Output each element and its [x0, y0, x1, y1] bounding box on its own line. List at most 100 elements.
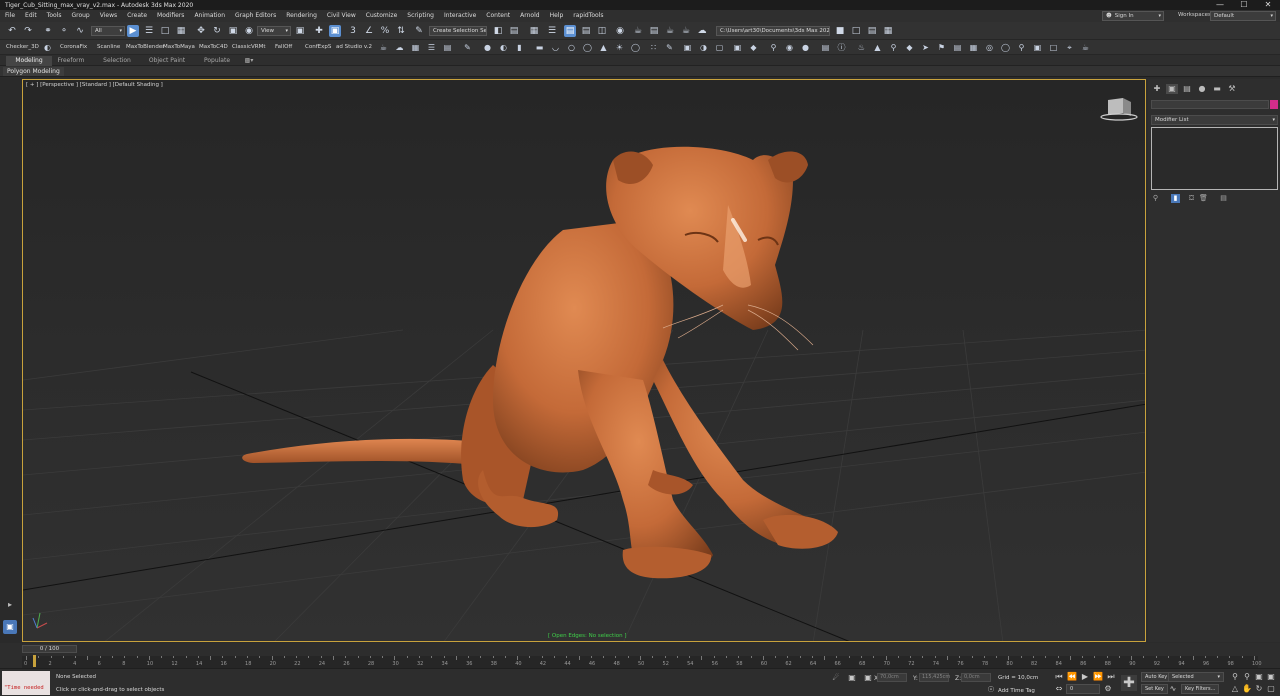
- copy-icon[interactable]: ▦: [968, 42, 979, 53]
- previous-frame-icon[interactable]: ⏪: [1067, 672, 1077, 682]
- coronafix-button[interactable]: CoronaFix: [60, 44, 87, 50]
- tab-selection[interactable]: Selection: [98, 56, 136, 66]
- ribbon-toggle-icon[interactable]: ▤: [564, 25, 576, 37]
- snaps-toggle-icon[interactable]: 3: [347, 25, 359, 37]
- dots-icon[interactable]: ∷: [648, 42, 659, 53]
- info-icon[interactable]: ⓘ: [836, 42, 847, 53]
- menu-create[interactable]: Create: [122, 10, 152, 22]
- window-icon[interactable]: ▣: [1032, 42, 1043, 53]
- maxtomaya-button[interactable]: MaxToMaya: [163, 44, 195, 50]
- menu-scripting[interactable]: Scripting: [402, 10, 439, 22]
- minimize-button[interactable]: —: [1208, 0, 1232, 10]
- key-mode-icon[interactable]: ⇔: [1054, 684, 1064, 694]
- shape-icon[interactable]: ◆: [904, 42, 915, 53]
- half-circle-icon[interactable]: ◐: [498, 42, 509, 53]
- isolate-selection-icon[interactable]: ☄: [831, 673, 841, 683]
- menu-tools[interactable]: Tools: [42, 10, 67, 22]
- cylinder-icon[interactable]: ◯: [630, 42, 641, 53]
- modify-tab-icon[interactable]: ▣: [1166, 84, 1178, 94]
- rectangular-selection-icon[interactable]: □: [159, 25, 171, 37]
- selection-filter-dropdown[interactable]: All ▾: [91, 26, 125, 36]
- undo-icon[interactable]: ↶: [6, 25, 18, 37]
- tab-modeling[interactable]: Modeling: [6, 56, 52, 66]
- keyboard-shortcut-override-icon[interactable]: ▣: [329, 25, 341, 37]
- maximize-viewport-icon[interactable]: ▢: [1266, 684, 1276, 694]
- z-coord-input[interactable]: 0,0cm: [961, 673, 991, 682]
- grid-icon[interactable]: ▦: [410, 42, 421, 53]
- viewport-label[interactable]: [ + ] [Perspective ] [Standard ] [Defaul…: [26, 82, 163, 88]
- play-icon[interactable]: ▶: [1080, 672, 1090, 682]
- ring-icon[interactable]: ◯: [1000, 42, 1011, 53]
- camera-icon[interactable]: ▣: [682, 42, 693, 53]
- time-tag-icon[interactable]: ☉: [986, 685, 996, 695]
- menu-graph-editors[interactable]: Graph Editors: [230, 10, 281, 22]
- menu-edit[interactable]: Edit: [20, 10, 42, 22]
- make-unique-icon[interactable]: ⛋: [1187, 194, 1196, 203]
- classicvrmt-button[interactable]: ClassicVRMt: [232, 44, 266, 50]
- zoom-extents-icon[interactable]: ▣: [1254, 672, 1264, 682]
- pivot-center-icon[interactable]: ▣: [294, 25, 306, 37]
- project-folder-dropdown[interactable]: C:\Users\art30\Documents\3ds Max 2020 ▾: [716, 26, 830, 36]
- teapot-icon[interactable]: ☕: [378, 42, 389, 53]
- maxtoblender-button[interactable]: MaxToBlender: [126, 44, 164, 50]
- time-cursor[interactable]: [33, 655, 36, 667]
- tree-icon[interactable]: ▲: [872, 42, 883, 53]
- current-frame-input[interactable]: 0: [1066, 684, 1100, 694]
- bar-icon[interactable]: ▮: [514, 42, 525, 53]
- pen-icon[interactable]: ✎: [664, 42, 675, 53]
- key-set-dropdown[interactable]: Selected ▾: [1168, 672, 1224, 682]
- bind-space-warp-icon[interactable]: ∿: [74, 25, 86, 37]
- dome-icon[interactable]: ◡: [550, 42, 561, 53]
- render-iterative-icon[interactable]: ☕: [680, 25, 692, 37]
- book-icon[interactable]: ▤: [952, 42, 963, 53]
- rendered-frame-window-icon[interactable]: ▤: [648, 25, 660, 37]
- pin-stack-icon[interactable]: ⚲: [1151, 194, 1160, 203]
- sphere-icon[interactable]: ●: [482, 42, 493, 53]
- mirror-icon[interactable]: ◧: [492, 25, 504, 37]
- menu-interactive[interactable]: Interactive: [439, 10, 481, 22]
- select-manipulate-icon[interactable]: ✚: [313, 25, 325, 37]
- falloff-button[interactable]: FallOff: [275, 44, 292, 50]
- go-to-end-icon[interactable]: ⏭: [1106, 672, 1116, 682]
- auto-key-button[interactable]: Auto Key: [1141, 672, 1172, 682]
- x-coord-input[interactable]: 70,0cm: [877, 673, 907, 682]
- create-tab-icon[interactable]: ✚: [1151, 84, 1163, 94]
- zoom-extents-all-icon[interactable]: ▣: [1266, 672, 1276, 682]
- expand-arrow-icon[interactable]: ▸: [3, 598, 17, 612]
- tag-icon[interactable]: ⚑: [936, 42, 947, 53]
- y-coord-input[interactable]: 115,425cm: [919, 673, 950, 682]
- object-color-swatch[interactable]: [1270, 100, 1278, 109]
- folder-add-icon[interactable]: ▤: [866, 25, 878, 37]
- menu-views[interactable]: Views: [95, 10, 122, 22]
- light-icon[interactable]: ◆: [748, 42, 759, 53]
- track-bar[interactable]: 0 2 4 6 8 10 12 14 16 18 20 22 24 26 28 30 32 34 36 38 40 42 4…: [22, 656, 1262, 668]
- orbit-icon[interactable]: ↻: [1254, 684, 1264, 694]
- open-folder-icon[interactable]: □: [850, 25, 862, 37]
- globe-icon[interactable]: ◑: [698, 42, 709, 53]
- window-crossing-icon[interactable]: ▦: [175, 25, 187, 37]
- layer-explorer-icon[interactable]: ☰: [546, 25, 558, 37]
- pan-icon[interactable]: ✋: [1242, 684, 1252, 694]
- project-folder-icon[interactable]: ■: [834, 25, 846, 37]
- key-tangent-icon[interactable]: ∿: [1168, 684, 1178, 694]
- render-setup-icon[interactable]: ☕: [632, 25, 644, 37]
- remove-modifier-icon[interactable]: 🗑: [1199, 194, 1208, 203]
- configure-sets-icon[interactable]: ▤: [1219, 194, 1228, 203]
- scatter-icon[interactable]: ♨: [856, 42, 867, 53]
- menu-modifiers[interactable]: Modifiers: [152, 10, 189, 22]
- polygon-modeling-label[interactable]: Polygon Modeling: [3, 67, 64, 76]
- schematic-view-icon[interactable]: ◫: [596, 25, 608, 37]
- menu-civil-view[interactable]: Civil View: [322, 10, 361, 22]
- cloud-icon[interactable]: ☁: [394, 42, 405, 53]
- menu-file[interactable]: File: [0, 10, 20, 22]
- move-icon[interactable]: ✥: [195, 25, 207, 37]
- menu-group[interactable]: Group: [66, 10, 94, 22]
- add-time-tag-button[interactable]: Add Time Tag: [998, 688, 1035, 694]
- circle-icon[interactable]: ◐: [42, 42, 53, 53]
- viewport-layout-icon[interactable]: ▣: [3, 620, 17, 634]
- display-tab-icon[interactable]: ▬: [1211, 84, 1223, 94]
- angle-snap-icon[interactable]: ∠: [363, 25, 375, 37]
- maxscript-listener[interactable]: "Time needed: [2, 671, 50, 695]
- target-icon[interactable]: ◎: [984, 42, 995, 53]
- workspace-select[interactable]: Default ▾: [1210, 11, 1276, 21]
